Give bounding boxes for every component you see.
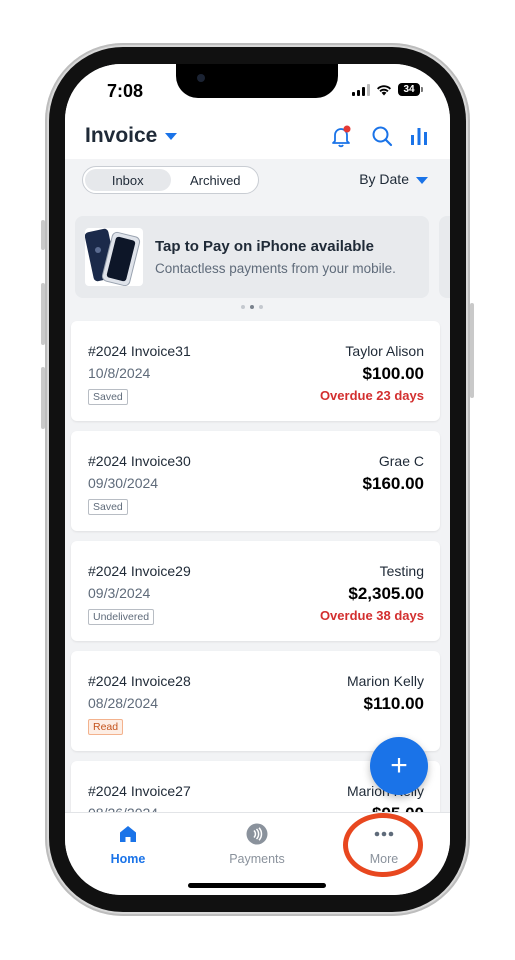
invoice-number: #2024 Invoice29 <box>88 563 191 579</box>
home-icon <box>120 826 136 842</box>
sort-dropdown[interactable]: By Date <box>359 171 428 187</box>
client-name: Testing <box>379 563 424 579</box>
home-indicator <box>188 883 326 888</box>
mute-switch <box>41 220 45 250</box>
invoice-card[interactable]: #2024 Invoice30 09/30/2024 Saved Grae C … <box>71 431 440 531</box>
invoice-card[interactable]: #2024 Invoice29 09/3/2024 Undelivered Te… <box>71 541 440 641</box>
contactless-payment-icon <box>246 823 268 845</box>
promo-title: Tap to Pay on iPhone available <box>155 238 374 255</box>
invoice-number: #2024 Invoice31 <box>88 343 191 359</box>
carousel-dots <box>241 305 263 309</box>
iphone-promo-image <box>85 228 143 286</box>
invoice-amount: $100.00 <box>362 364 424 383</box>
annotation-highlight-ring <box>343 813 423 877</box>
add-invoice-button[interactable]: + <box>370 737 428 795</box>
client-name: Marion Kelly <box>346 673 424 689</box>
tab-payments[interactable]: Payments <box>212 823 302 866</box>
invoice-card[interactable]: #2024 Invoice28 08/28/2024 Read Marion K… <box>71 651 440 751</box>
invoice-date: 08/28/2024 <box>88 695 159 711</box>
status-badge: Undelivered <box>88 609 155 625</box>
tab-inbox[interactable]: Inbox <box>85 169 171 191</box>
page-title: Invoice <box>85 124 158 147</box>
sort-label: By Date <box>359 171 409 187</box>
invoice-amount: $110.00 <box>363 694 424 713</box>
reports-chart-icon[interactable] <box>407 124 431 148</box>
client-name: Grae C <box>378 453 424 469</box>
tab-archived[interactable]: Archived <box>173 167 259 193</box>
invoice-date: 09/30/2024 <box>88 475 159 491</box>
tab-home[interactable]: Home <box>83 823 173 866</box>
invoice-title-dropdown[interactable]: Invoice <box>85 124 178 148</box>
invoice-number: #2024 Invoice30 <box>88 453 191 469</box>
overdue-label: Overdue 23 days <box>319 388 424 403</box>
tab-payments-label: Payments <box>229 852 285 866</box>
wifi-icon <box>377 84 391 95</box>
promo-banner-next[interactable] <box>439 216 450 298</box>
battery-icon: 34 <box>398 83 423 96</box>
power-button <box>470 303 474 398</box>
camera-notch <box>176 64 338 98</box>
chevron-down-icon <box>416 176 428 184</box>
invoice-number: #2024 Invoice27 <box>88 783 191 799</box>
tab-home-label: Home <box>110 852 146 866</box>
notification-bell-icon[interactable] <box>329 124 353 148</box>
search-icon[interactable] <box>370 124 394 148</box>
status-time: 7:08 <box>107 81 144 101</box>
overdue-label: Overdue 38 days <box>319 608 424 623</box>
invoice-amount: $2,305.00 <box>348 584 424 603</box>
volume-down-button <box>41 367 45 429</box>
invoice-number: #2024 Invoice28 <box>88 673 191 689</box>
status-icons: 34 <box>352 83 423 96</box>
filter-bar: Inbox Archived By Date <box>65 159 450 204</box>
app-header: Invoice <box>65 114 450 159</box>
phone-screen: 7:08 34 Invoice Inbox Archived By Date T… <box>65 64 450 895</box>
status-badge: Saved <box>88 499 128 515</box>
cellular-signal-icon <box>352 83 370 96</box>
chevron-down-icon <box>165 132 178 140</box>
status-badge: Saved <box>88 389 128 405</box>
inbox-archive-segment: Inbox Archived <box>82 166 259 194</box>
promo-subtitle: Contactless payments from your mobile. <box>155 261 396 276</box>
invoice-amount: $160.00 <box>362 474 424 493</box>
client-name: Taylor Alison <box>345 343 424 359</box>
invoice-date: 10/8/2024 <box>88 365 151 381</box>
invoice-card[interactable]: #2024 Invoice31 10/8/2024 Saved Taylor A… <box>71 321 440 421</box>
promo-banner[interactable]: Tap to Pay on iPhone available Contactle… <box>75 216 429 298</box>
invoice-date: 09/3/2024 <box>88 585 151 601</box>
status-badge: Read <box>88 719 124 735</box>
volume-up-button <box>41 283 45 345</box>
